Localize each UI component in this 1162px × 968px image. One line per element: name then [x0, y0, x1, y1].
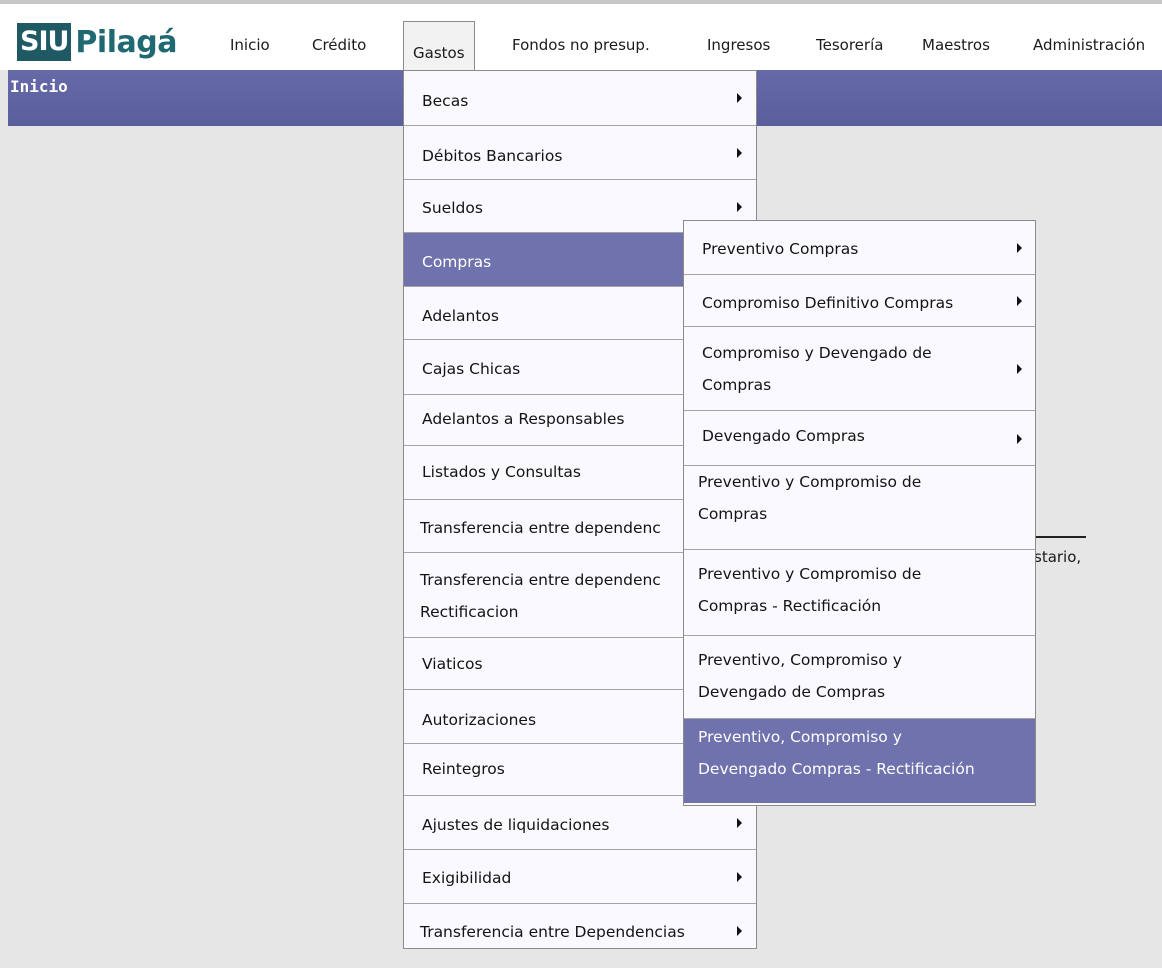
menu-item-label: Adelantos [422, 307, 499, 325]
nav-fondos-no-presup[interactable]: Fondos no presup. [512, 36, 650, 54]
menu-item-exigibilidad[interactable]: Exigibilidad [404, 849, 756, 903]
nav-tesoreria[interactable]: Tesorería [816, 36, 883, 54]
submenu-arrow-icon [737, 93, 742, 103]
menu-item-label: Preventivo, Compromiso y Devengado de Co… [698, 651, 902, 701]
menu-item-label: Transferencia entre dependenc Rectificac… [420, 571, 661, 621]
submenu-arrow-icon [737, 148, 742, 158]
menu-item-transferencia-entre-dependencias[interactable]: Transferencia entre Dependencias [404, 903, 756, 956]
top-bar: SIU Pilagá Inicio Crédito Gastos Fondos … [0, 0, 1162, 74]
menu-item-label: Compromiso Definitivo Compras [702, 294, 954, 312]
menu-item-label: Devengado Compras [702, 427, 865, 445]
menu-item-label: Compras [422, 253, 492, 271]
submenu-arrow-icon [1017, 296, 1022, 306]
menu-item-label: Reintegros [422, 760, 505, 778]
menu-item-label: Transferencia entre dependenc [420, 519, 661, 537]
submenu-arrow-icon [737, 926, 742, 936]
menu-item-compromiso-definitivo-compras[interactable]: Compromiso Definitivo Compras [684, 274, 1035, 326]
logo-siu-box: SIU [17, 23, 72, 61]
menu-item-label: Preventivo Compras [702, 240, 859, 258]
menu-item-label: Sueldos [422, 199, 483, 217]
menu-item-preventivo-compras[interactable]: Preventivo Compras [684, 221, 1035, 274]
nav-inicio[interactable]: Inicio [230, 36, 270, 54]
siu-pilaga-logo[interactable]: SIU Pilagá [17, 22, 177, 62]
menu-item-preventivo-compromiso-y-devengado-de-compras[interactable]: Preventivo, Compromiso y Devengado de Co… [684, 635, 1035, 718]
submenu-arrow-icon [1017, 434, 1022, 444]
nav-gastos[interactable]: Gastos [403, 21, 475, 74]
nav-credito[interactable]: Crédito [312, 36, 366, 54]
menu-item-label: Compromiso y Devengado de Compras [702, 344, 932, 394]
menu-item-compromiso-y-devengado-de-compras[interactable]: Compromiso y Devengado de Compras [684, 326, 1035, 410]
menu-item-preventivo-y-compromiso-de-compras-rectificacion[interactable]: Preventivo y Compromiso de Compras - Rec… [684, 549, 1035, 635]
submenu-arrow-icon [1017, 364, 1022, 374]
menu-item-label: Preventivo y Compromiso de Compras [698, 473, 922, 523]
menu-item-label: Exigibilidad [422, 869, 512, 887]
menu-item-label: Listados y Consultas [422, 463, 582, 481]
menu-item-label: Preventivo y Compromiso de Compras - Rec… [698, 565, 922, 615]
nav-maestros[interactable]: Maestros [922, 36, 990, 54]
submenu-arrow-icon [737, 872, 742, 882]
submenu-arrow-icon [1017, 243, 1022, 253]
menu-item-label: Autorizaciones [422, 711, 537, 729]
background-text-fragment: stario, [1034, 548, 1082, 566]
menu-item-devengado-compras[interactable]: Devengado Compras [684, 410, 1035, 465]
submenu-arrow-icon [737, 818, 742, 828]
menu-item-label: Adelantos a Responsables [422, 410, 625, 428]
background-divider [1034, 536, 1086, 538]
menu-item-becas[interactable]: Becas [404, 71, 756, 125]
menu-item-label: Preventivo, Compromiso y Devengado Compr… [698, 728, 975, 778]
nav-administracion[interactable]: Administración [1033, 36, 1145, 54]
logo-pilaga-text: Pilagá [75, 24, 177, 60]
menu-item-label: Cajas Chicas [422, 360, 521, 378]
compras-submenu: Preventivo Compras Compromiso Definitivo … [683, 220, 1036, 806]
menu-item-label: Viaticos [422, 655, 483, 673]
menu-item-preventivo-compromiso-y-devengado-compras-rectificacion[interactable]: Preventivo, Compromiso y Devengado Compr… [684, 718, 1035, 803]
nav-ingresos[interactable]: Ingresos [707, 36, 770, 54]
menu-item-label: Becas [422, 92, 469, 110]
menu-item-debitos-bancarios[interactable]: Débitos Bancarios [404, 125, 756, 179]
menu-item-label: Ajustes de liquidaciones [422, 816, 610, 834]
menu-item-label: Transferencia entre Dependencias [420, 923, 685, 941]
page-title: Inicio [10, 77, 68, 96]
submenu-arrow-icon [737, 202, 742, 212]
menu-item-preventivo-y-compromiso-de-compras[interactable]: Preventivo y Compromiso de Compras [684, 465, 1035, 549]
menu-item-label: Débitos Bancarios [422, 147, 563, 165]
